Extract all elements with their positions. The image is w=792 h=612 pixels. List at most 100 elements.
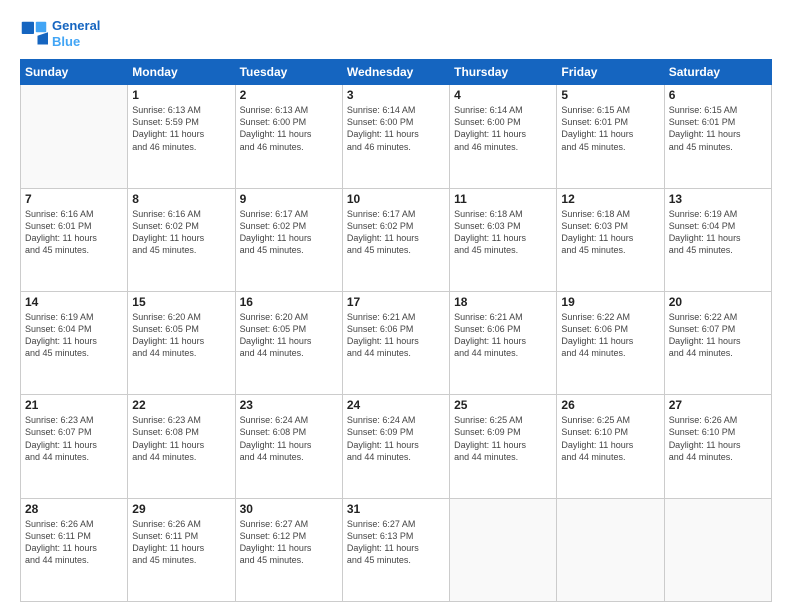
calendar-cell: 25 Sunrise: 6:25 AM Sunset: 6:09 PM Dayli… (450, 395, 557, 498)
header: General Blue (20, 18, 772, 49)
day-info: Sunrise: 6:17 AM Sunset: 6:02 PM Dayligh… (347, 208, 445, 257)
day-info: Sunrise: 6:20 AM Sunset: 6:05 PM Dayligh… (132, 311, 230, 360)
calendar-cell: 11 Sunrise: 6:18 AM Sunset: 6:03 PM Dayli… (450, 188, 557, 291)
day-number: 17 (347, 295, 445, 309)
calendar-cell: 6Sunrise: 6:15 AM Sunset: 6:01 PM Daylig… (664, 85, 771, 188)
calendar-cell (21, 85, 128, 188)
calendar-cell: 19 Sunrise: 6:22 AM Sunset: 6:06 PM Dayli… (557, 291, 664, 394)
day-info: Sunrise: 6:18 AM Sunset: 6:03 PM Dayligh… (561, 208, 659, 257)
day-number: 25 (454, 398, 552, 412)
day-number: 11 (454, 192, 552, 206)
day-info: Sunrise: 6:27 AM Sunset: 6:13 PM Dayligh… (347, 518, 445, 567)
logo: General Blue (20, 18, 100, 49)
calendar-cell (557, 498, 664, 601)
day-info: Sunrise: 6:16 AM Sunset: 6:02 PM Dayligh… (132, 208, 230, 257)
calendar-cell: 24Sunrise: 6:24 AM Sunset: 6:09 PM Dayli… (342, 395, 449, 498)
day-info: Sunrise: 6:27 AM Sunset: 6:12 PM Dayligh… (240, 518, 338, 567)
day-info: Sunrise: 6:13 AM Sunset: 6:00 PM Dayligh… (240, 104, 338, 153)
col-header-wednesday: Wednesday (342, 60, 449, 85)
day-info: Sunrise: 6:24 AM Sunset: 6:08 PM Dayligh… (240, 414, 338, 463)
calendar-cell (450, 498, 557, 601)
day-number: 18 (454, 295, 552, 309)
col-header-monday: Monday (128, 60, 235, 85)
day-info: Sunrise: 6:21 AM Sunset: 6:06 PM Dayligh… (347, 311, 445, 360)
day-number: 3 (347, 88, 445, 102)
calendar-cell: 9 Sunrise: 6:17 AM Sunset: 6:02 PM Daylig… (235, 188, 342, 291)
day-number: 29 (132, 502, 230, 516)
day-info: Sunrise: 6:22 AM Sunset: 6:06 PM Dayligh… (561, 311, 659, 360)
calendar-cell: 14 Sunrise: 6:19 AM Sunset: 6:04 PM Dayli… (21, 291, 128, 394)
calendar-cell: 20Sunrise: 6:22 AM Sunset: 6:07 PM Dayli… (664, 291, 771, 394)
calendar-cell: 23Sunrise: 6:24 AM Sunset: 6:08 PM Dayli… (235, 395, 342, 498)
calendar-cell: 13 Sunrise: 6:19 AM Sunset: 6:04 PM Dayli… (664, 188, 771, 291)
day-number: 8 (132, 192, 230, 206)
day-number: 9 (240, 192, 338, 206)
calendar-cell: 12 Sunrise: 6:18 AM Sunset: 6:03 PM Dayli… (557, 188, 664, 291)
day-info: Sunrise: 6:23 AM Sunset: 6:08 PM Dayligh… (132, 414, 230, 463)
col-header-thursday: Thursday (450, 60, 557, 85)
day-number: 16 (240, 295, 338, 309)
day-info: Sunrise: 6:14 AM Sunset: 6:00 PM Dayligh… (347, 104, 445, 153)
day-info: Sunrise: 6:21 AM Sunset: 6:06 PM Dayligh… (454, 311, 552, 360)
calendar-table: SundayMondayTuesdayWednesdayThursdayFrid… (20, 59, 772, 602)
calendar-cell: 8 Sunrise: 6:16 AM Sunset: 6:02 PM Daylig… (128, 188, 235, 291)
col-header-friday: Friday (557, 60, 664, 85)
day-info: Sunrise: 6:26 AM Sunset: 6:11 PM Dayligh… (132, 518, 230, 567)
page: General Blue SundayMondayTuesdayWednesda… (0, 0, 792, 612)
day-info: Sunrise: 6:15 AM Sunset: 6:01 PM Dayligh… (669, 104, 767, 153)
day-number: 14 (25, 295, 123, 309)
day-info: Sunrise: 6:16 AM Sunset: 6:01 PM Dayligh… (25, 208, 123, 257)
calendar-cell: 21 Sunrise: 6:23 AM Sunset: 6:07 PM Dayli… (21, 395, 128, 498)
day-number: 27 (669, 398, 767, 412)
day-info: Sunrise: 6:19 AM Sunset: 6:04 PM Dayligh… (25, 311, 123, 360)
calendar-cell: 3 Sunrise: 6:14 AM Sunset: 6:00 PM Daylig… (342, 85, 449, 188)
day-info: Sunrise: 6:23 AM Sunset: 6:07 PM Dayligh… (25, 414, 123, 463)
day-number: 20 (669, 295, 767, 309)
day-info: Sunrise: 6:26 AM Sunset: 6:11 PM Dayligh… (25, 518, 123, 567)
day-number: 26 (561, 398, 659, 412)
day-info: Sunrise: 6:15 AM Sunset: 6:01 PM Dayligh… (561, 104, 659, 153)
calendar-cell: 10 Sunrise: 6:17 AM Sunset: 6:02 PM Dayli… (342, 188, 449, 291)
calendar-cell: 2 Sunrise: 6:13 AM Sunset: 6:00 PM Daylig… (235, 85, 342, 188)
day-number: 4 (454, 88, 552, 102)
calendar-cell: 7 Sunrise: 6:16 AM Sunset: 6:01 PM Daylig… (21, 188, 128, 291)
calendar-cell: 4 Sunrise: 6:14 AM Sunset: 6:00 PM Daylig… (450, 85, 557, 188)
col-header-saturday: Saturday (664, 60, 771, 85)
day-number: 30 (240, 502, 338, 516)
day-info: Sunrise: 6:14 AM Sunset: 6:00 PM Dayligh… (454, 104, 552, 153)
calendar-cell: 17 Sunrise: 6:21 AM Sunset: 6:06 PM Dayli… (342, 291, 449, 394)
logo-text: General Blue (52, 18, 100, 49)
day-number: 10 (347, 192, 445, 206)
day-number: 1 (132, 88, 230, 102)
day-info: Sunrise: 6:19 AM Sunset: 6:04 PM Dayligh… (669, 208, 767, 257)
day-number: 24 (347, 398, 445, 412)
calendar-cell: 18 Sunrise: 6:21 AM Sunset: 6:06 PM Dayli… (450, 291, 557, 394)
day-number: 21 (25, 398, 123, 412)
day-number: 22 (132, 398, 230, 412)
day-number: 15 (132, 295, 230, 309)
day-info: Sunrise: 6:25 AM Sunset: 6:09 PM Dayligh… (454, 414, 552, 463)
calendar-cell: 22 Sunrise: 6:23 AM Sunset: 6:08 PM Dayli… (128, 395, 235, 498)
col-header-sunday: Sunday (21, 60, 128, 85)
day-number: 31 (347, 502, 445, 516)
day-info: Sunrise: 6:18 AM Sunset: 6:03 PM Dayligh… (454, 208, 552, 257)
calendar-cell (664, 498, 771, 601)
day-number: 7 (25, 192, 123, 206)
day-number: 2 (240, 88, 338, 102)
calendar-cell: 30 Sunrise: 6:27 AM Sunset: 6:12 PM Dayli… (235, 498, 342, 601)
day-number: 19 (561, 295, 659, 309)
calendar-cell: 27 Sunrise: 6:26 AM Sunset: 6:10 PM Dayli… (664, 395, 771, 498)
logo-icon (20, 20, 48, 48)
col-header-tuesday: Tuesday (235, 60, 342, 85)
calendar-cell: 1Sunrise: 6:13 AM Sunset: 5:59 PM Daylig… (128, 85, 235, 188)
day-info: Sunrise: 6:25 AM Sunset: 6:10 PM Dayligh… (561, 414, 659, 463)
day-number: 13 (669, 192, 767, 206)
calendar-cell: 5Sunrise: 6:15 AM Sunset: 6:01 PM Daylig… (557, 85, 664, 188)
day-info: Sunrise: 6:17 AM Sunset: 6:02 PM Dayligh… (240, 208, 338, 257)
day-info: Sunrise: 6:26 AM Sunset: 6:10 PM Dayligh… (669, 414, 767, 463)
calendar-cell: 29 Sunrise: 6:26 AM Sunset: 6:11 PM Dayli… (128, 498, 235, 601)
day-info: Sunrise: 6:20 AM Sunset: 6:05 PM Dayligh… (240, 311, 338, 360)
day-number: 12 (561, 192, 659, 206)
calendar-cell: 28Sunrise: 6:26 AM Sunset: 6:11 PM Dayli… (21, 498, 128, 601)
calendar-cell: 15 Sunrise: 6:20 AM Sunset: 6:05 PM Dayli… (128, 291, 235, 394)
